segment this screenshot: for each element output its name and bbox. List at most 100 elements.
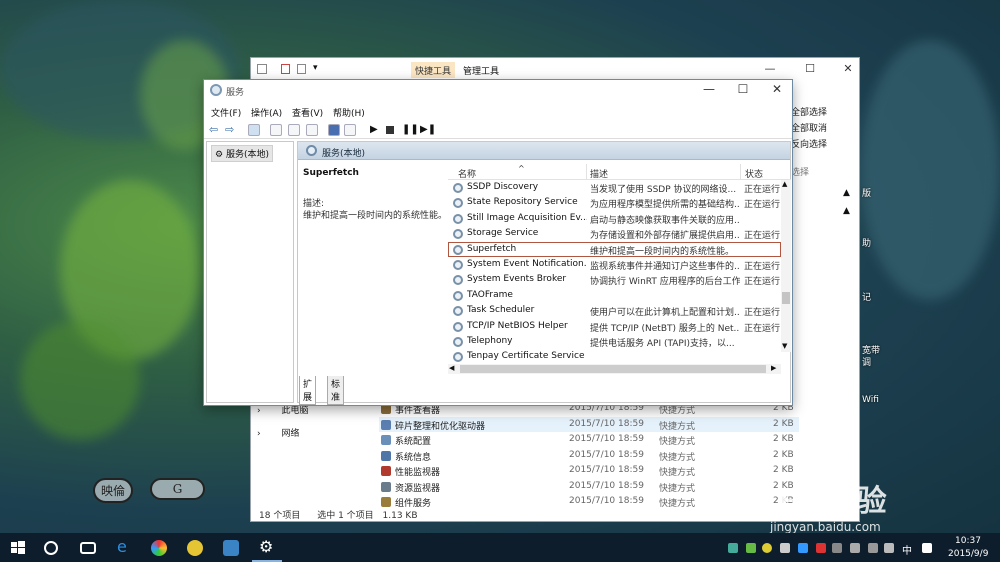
scroll-right-icon[interactable]: ▶ [771,364,776,372]
scroll-up-icon[interactable]: ▲ [782,180,787,188]
close-icon[interactable]: ✕ [768,82,786,96]
close-icon[interactable]: ✕ [841,62,855,75]
desktop-label[interactable]: 版 [862,186,871,199]
column-divider[interactable] [586,164,587,180]
maximize-icon[interactable]: ☐ [803,62,817,75]
minimize-icon[interactable]: — [763,62,777,75]
tab-shortcut-tools[interactable]: 快捷工具 [411,62,456,78]
help-icon[interactable] [328,124,340,136]
chevron-right-icon[interactable]: › [257,406,261,416]
start-icon[interactable] [10,540,26,556]
sidebar-item-network[interactable]: › 网络 [257,426,300,439]
ime-indicator[interactable]: 中 [902,542,912,557]
show-hide-tree-icon[interactable] [248,124,260,136]
table-row[interactable]: 资源监视器 2015/7/10 18:59 快捷方式 2 KB [379,479,799,494]
column-description[interactable]: 描述 [590,167,608,180]
clock-time[interactable]: 10:37 [955,536,981,546]
properties-icon[interactable] [344,124,356,136]
scroll-down-icon[interactable]: ▼ [782,342,787,350]
services-icon[interactable]: ⚙ [259,537,275,556]
chevron-down-icon[interactable]: ▾ [313,63,318,73]
task-view-icon[interactable] [80,542,96,554]
network-icon[interactable] [850,543,860,553]
menu-view[interactable]: 查看(V) [292,106,323,119]
table-row[interactable]: 碎片整理和优化驱动器 2015/7/10 18:59 快捷方式 2 KB [379,416,799,432]
scroll-up-icon[interactable]: ▲ [843,206,850,216]
table-row[interactable]: 系统配置 2015/7/10 18:59 快捷方式 2 KB [379,432,799,447]
menu-action[interactable]: 操作(A) [251,106,282,119]
new-folder-icon[interactable] [297,64,306,74]
service-row[interactable]: Superfetch 维护和提高一段时间内的系统性能。 [448,241,781,257]
menu-help[interactable]: 帮助(H) [333,106,365,119]
tree-item-services-local[interactable]: ⚙ 服务(本地) [211,145,273,162]
service-row[interactable]: TCP/IP NetBIOS Helper 提供 TCP/IP (NetBT) 服… [448,319,781,334]
tray-app-icon[interactable] [816,543,826,553]
table-row[interactable]: 系统信息 2015/7/10 18:59 快捷方式 2 KB [379,448,799,463]
desktop-label[interactable]: 记 [862,290,871,303]
pause-service-icon[interactable]: ❚❚ [402,124,419,135]
column-name[interactable]: 名称 [458,167,476,180]
edge-icon[interactable]: e [117,537,133,556]
service-row[interactable]: State Repository Service 为应用程序模型提供所需的基础结构… [448,195,781,210]
tray-app-icon[interactable] [728,543,738,553]
service-row[interactable]: System Event Notification... 监视系统事件并通知订户这… [448,257,781,272]
security-icon[interactable] [798,543,808,553]
quick-access-icon[interactable] [257,64,267,74]
tab-extended[interactable]: 扩展 [299,376,317,405]
minimize-icon[interactable]: — [700,82,718,96]
input-method-icon[interactable] [884,543,894,553]
scroll-left-icon[interactable]: ◀ [449,364,454,372]
service-row[interactable]: Tenpay Certificate Service [448,349,781,364]
select-all-button[interactable]: 全部选择 [791,105,827,118]
gear-icon [453,306,463,317]
start-service-icon[interactable]: ▶ [370,124,378,135]
tray-app-icon[interactable] [762,543,772,553]
table-row[interactable]: 性能监视器 2015/7/10 18:59 快捷方式 2 KB [379,463,799,478]
invert-selection-button[interactable]: 反向选择 [791,137,827,150]
service-row[interactable]: Telephony 提供电话服务 API (TAPI)支持，以... [448,334,781,349]
tray-app-icon[interactable] [780,543,790,553]
scroll-up-icon[interactable]: ▲ [843,188,850,198]
refresh-icon[interactable] [288,124,300,136]
scroll-thumb[interactable] [782,292,790,304]
menu-file[interactable]: 文件(F) [211,106,241,119]
service-row[interactable]: TAOFrame [448,288,781,303]
speaker-icon[interactable] [868,543,878,553]
service-row[interactable]: SSDP Discovery 当发现了使用 SSDP 协议的网络设... 正在运行 [448,180,781,195]
tab-standard[interactable]: 标准 [327,376,345,405]
tray-app-icon[interactable] [922,543,932,553]
service-row[interactable]: System Events Broker 协调执行 WinRT 应用程序的后台工作… [448,272,781,287]
chevron-right-icon[interactable]: › [257,429,261,439]
forward-icon[interactable]: ⇨ [225,123,234,136]
desktop-label[interactable]: 助 [862,236,871,249]
horizontal-scrollbar[interactable]: ◀ ▶ [448,364,781,374]
desktop-label[interactable]: Wifi [862,395,879,405]
clock-date[interactable]: 2015/9/9 [948,549,988,559]
maximize-icon[interactable]: ☐ [734,82,752,96]
tray-app-icon[interactable] [832,543,842,553]
properties-icon[interactable] [281,64,290,74]
export-list-icon[interactable] [306,124,318,136]
scroll-thumb[interactable] [460,365,766,373]
service-row[interactable]: Task Scheduler 使用户可以在此计算机上配置和计划... 正在运行 [448,303,781,318]
column-status[interactable]: 状态 [745,167,763,180]
select-none-button[interactable]: 全部取消 [791,121,827,134]
stop-service-icon[interactable] [386,126,394,134]
vertical-scrollbar[interactable]: ▲ ▼ [781,180,791,352]
nvidia-icon[interactable] [746,543,756,553]
browser-icon[interactable] [151,540,167,556]
list-view-icon[interactable] [270,124,282,136]
app-icon[interactable] [187,540,203,556]
desktop-label[interactable]: 调 [862,355,871,368]
tab-manage-tools[interactable]: 管理工具 [459,62,503,78]
back-icon[interactable]: ⇦ [209,123,218,136]
table-row[interactable]: 组件服务 2015/7/10 18:59 快捷方式 2 KB [379,494,799,509]
control-panel-icon[interactable] [223,540,239,556]
cortana-icon[interactable] [44,541,58,555]
service-row[interactable]: Storage Service 为存储设置和外部存储扩展提供启用... 正在运行 [448,226,781,241]
file-date: 2015/7/10 18:59 [569,480,644,491]
restart-service-icon[interactable]: ▶❚ [420,124,436,135]
service-row[interactable]: Still Image Acquisition Ev... 启动与静态映像获取事件… [448,211,781,226]
column-divider[interactable] [740,164,741,180]
service-name: TAOFrame [467,289,513,300]
